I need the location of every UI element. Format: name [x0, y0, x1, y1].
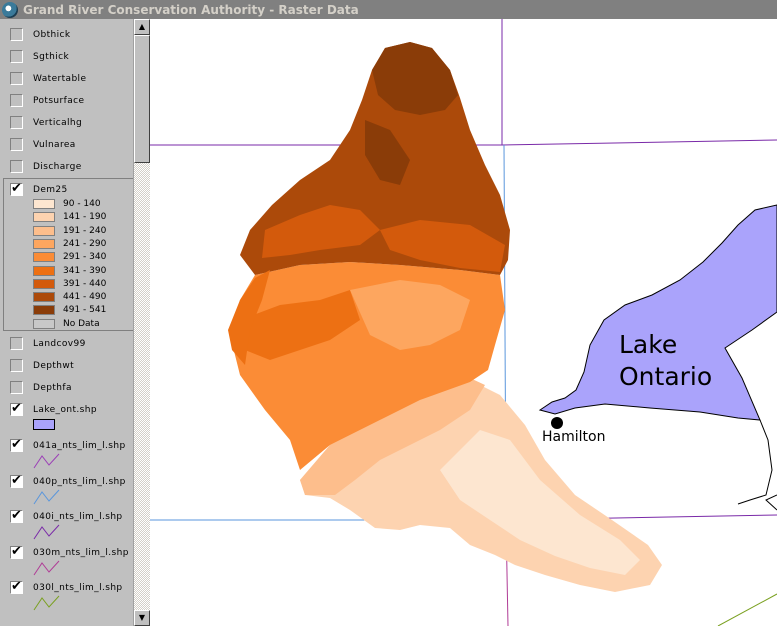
- map-view[interactable]: Lake Ontario Hamilton: [150, 19, 777, 626]
- scroll-thumb[interactable]: [134, 35, 150, 163]
- layer-name: Depthwt: [33, 361, 75, 371]
- legend-swatch: [33, 278, 55, 289]
- layer-name: Vulnarea: [33, 140, 76, 150]
- lake-label-line1: Lake: [619, 330, 678, 359]
- layer-item[interactable]: Obthick: [0, 24, 133, 46]
- legend-label: 241 - 290: [63, 238, 107, 249]
- layer-checkbox[interactable]: [10, 72, 23, 85]
- dem-raster[interactable]: [228, 42, 662, 592]
- layer-item[interactable]: Potsurface: [0, 90, 133, 112]
- legend-label: 491 - 541: [63, 305, 107, 316]
- layer-name: Landcov99: [33, 339, 86, 349]
- layer-checkbox[interactable]: [10, 401, 23, 416]
- line-symbol: [33, 595, 60, 611]
- layer-item[interactable]: 040p_nts_lim_l.shp: [0, 471, 133, 493]
- scroll-up-button[interactable]: ▲: [134, 19, 150, 35]
- line-symbol: [33, 453, 60, 469]
- legend-swatch: [33, 199, 55, 209]
- legend-label: 141 - 190: [63, 212, 107, 223]
- layer-checkbox[interactable]: [10, 181, 23, 196]
- layer-item[interactable]: 030m_nts_lim_l.shp: [0, 542, 133, 564]
- legend-swatch: [33, 318, 55, 329]
- legend-swatch: [33, 252, 55, 263]
- shoreline: [737, 419, 773, 505]
- shoreline: [765, 494, 777, 511]
- layer-name: Discharge: [33, 162, 82, 172]
- line-symbol: [33, 524, 60, 540]
- lake-symbol: [33, 419, 55, 430]
- layer-checkbox[interactable]: [10, 508, 23, 523]
- legend-label: 391 - 440: [63, 278, 107, 289]
- table-of-contents: Obthick Sgthick Watertable Potsurface Vertic…: [0, 19, 133, 626]
- layer-name: 030l_nts_lim_l.shp: [33, 583, 123, 593]
- layer-checkbox[interactable]: [10, 28, 23, 41]
- layer-item[interactable]: 040i_nts_lim_l.shp: [0, 506, 133, 528]
- layer-checkbox[interactable]: [10, 437, 23, 452]
- app-globe-icon[interactable]: [2, 1, 18, 18]
- layer-item[interactable]: Discharge: [0, 156, 133, 178]
- layer-item[interactable]: Watertable: [0, 68, 133, 90]
- nts-limit-line: [717, 593, 777, 626]
- legend-swatch: [33, 305, 55, 316]
- legend-label: 441 - 490: [63, 292, 107, 303]
- layer-name: Potsurface: [33, 96, 85, 106]
- layer-checkbox[interactable]: [10, 50, 23, 63]
- layer-name: 030m_nts_lim_l.shp: [33, 547, 129, 558]
- layer-checkbox[interactable]: [10, 473, 23, 488]
- layer-item[interactable]: Dem25: [0, 179, 133, 201]
- hamilton-city-marker[interactable]: [551, 417, 563, 429]
- legend-label: 90 - 140: [63, 199, 101, 209]
- legend-swatch: [33, 212, 55, 223]
- layer-name: Watertable: [33, 74, 87, 84]
- layer-item[interactable]: Depthfa: [0, 377, 133, 399]
- layer-checkbox[interactable]: [10, 138, 23, 151]
- legend-label: 291 - 340: [63, 252, 107, 263]
- layer-checkbox[interactable]: [10, 381, 23, 394]
- legend-swatch: [33, 225, 55, 236]
- lake-label-line2: Ontario: [619, 362, 713, 391]
- layer-name: 040p_nts_lim_l.shp: [33, 476, 126, 487]
- layer-checkbox[interactable]: [10, 579, 23, 594]
- layer-item[interactable]: Verticalhg: [0, 112, 133, 134]
- layer-name: 040i_nts_lim_l.shp: [33, 512, 123, 522]
- window-title: Grand River Conservation Authority - Ras…: [23, 2, 359, 17]
- layer-item[interactable]: Landcov99: [0, 333, 133, 355]
- layer-checkbox[interactable]: [10, 160, 23, 173]
- legend-label: No Data: [63, 318, 100, 329]
- legend-label: 191 - 240: [63, 225, 107, 236]
- line-symbol: [33, 560, 60, 575]
- layer-item[interactable]: Depthwt: [0, 355, 133, 377]
- layer-item[interactable]: 041a_nts_lim_l.shp: [0, 435, 133, 457]
- toc-scrollbar[interactable]: ▲ ▼: [133, 19, 150, 626]
- title-bar: Grand River Conservation Authority - Ras…: [0, 0, 777, 19]
- legend-swatch: [33, 238, 55, 249]
- layer-name: 041a_nts_lim_l.shp: [33, 441, 126, 451]
- layer-name: Obthick: [33, 30, 71, 40]
- layer-checkbox[interactable]: [10, 116, 23, 129]
- layer-name: Depthfa: [33, 383, 72, 393]
- nts-limit-line: [501, 139, 777, 146]
- layer-item[interactable]: Vulnarea: [0, 134, 133, 156]
- layer-item[interactable]: Sgthick: [0, 46, 133, 68]
- layer-item[interactable]: 030l_nts_lim_l.shp: [0, 577, 133, 599]
- layer-checkbox[interactable]: [10, 337, 23, 350]
- layer-name: Dem25: [33, 185, 68, 195]
- line-symbol: [33, 489, 60, 504]
- layer-name: Verticalhg: [33, 118, 83, 128]
- layer-name: Sgthick: [33, 52, 70, 62]
- legend-label: 341 - 390: [63, 265, 107, 276]
- layer-checkbox[interactable]: [10, 544, 23, 559]
- legend-swatch: [33, 265, 55, 276]
- layer-checkbox[interactable]: [10, 94, 23, 107]
- scroll-down-button[interactable]: ▼: [134, 610, 150, 626]
- layer-item[interactable]: Lake_ont.shp: [0, 399, 133, 421]
- layer-checkbox[interactable]: [10, 359, 23, 372]
- map-canvas[interactable]: [150, 19, 777, 626]
- city-label: Hamilton: [542, 429, 606, 445]
- layer-name: Lake_ont.shp: [33, 405, 97, 415]
- legend-swatch: [33, 292, 55, 303]
